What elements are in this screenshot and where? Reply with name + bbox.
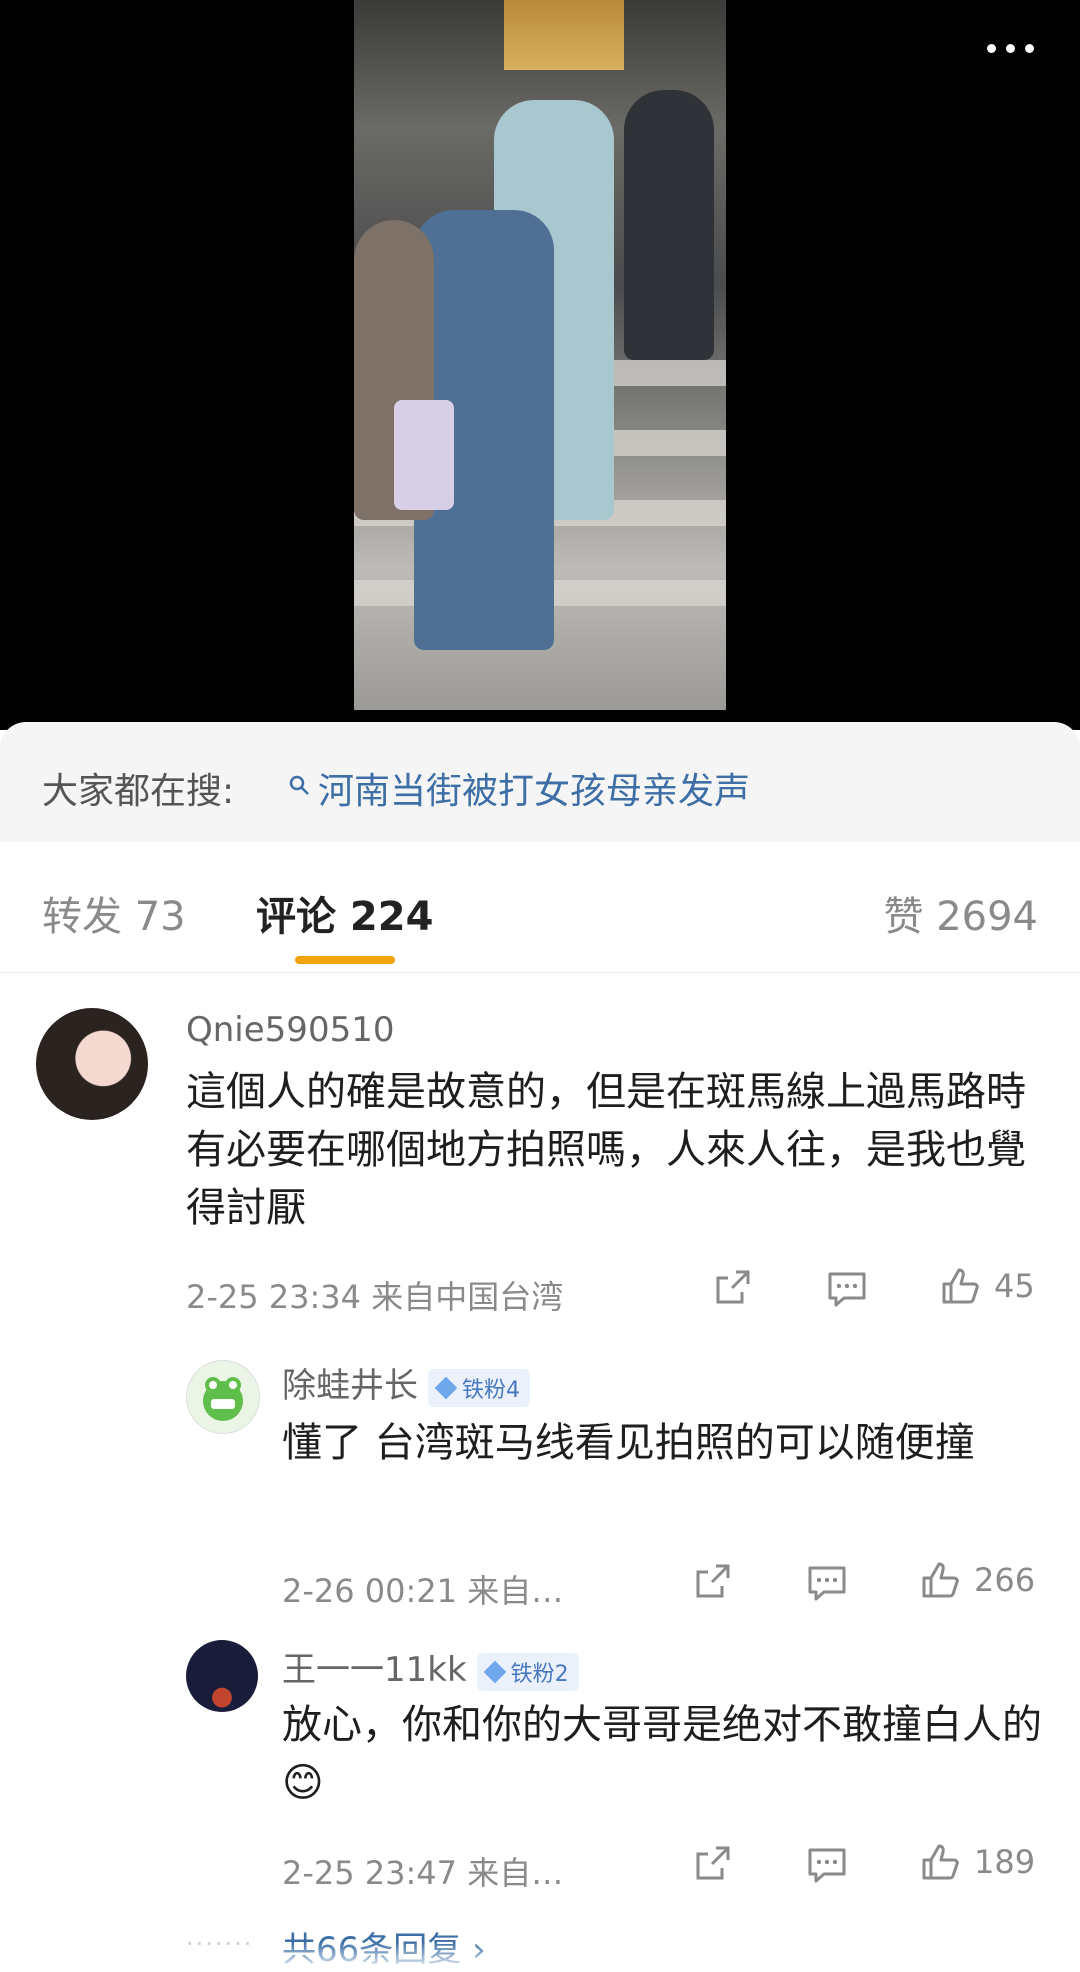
bottom-fade — [0, 1942, 1080, 1972]
like-button[interactable]: 189 — [920, 1842, 1035, 1882]
reply-username[interactable]: 除蛙井长 — [282, 1366, 418, 1406]
fan-badge-label: 铁粉2 — [510, 1661, 569, 1687]
tab-bar: 转发 73 评论 224 赞 2694 — [0, 842, 1080, 973]
diamond-icon — [483, 1660, 506, 1683]
video-bag — [394, 400, 454, 510]
reply-text: 懂了 台湾斑马线看见拍照的可以随便撞 — [282, 1420, 975, 1466]
comment-username[interactable]: Qnie590510 — [186, 1010, 394, 1050]
fan-badge: 铁粉4 — [428, 1368, 530, 1407]
avatar[interactable] — [186, 1640, 258, 1712]
comment-icon[interactable] — [806, 1844, 848, 1884]
fan-badge-label: 铁粉4 — [462, 1377, 520, 1403]
video-area[interactable] — [0, 0, 1080, 730]
fan-badge: 铁粉2 — [476, 1652, 579, 1691]
share-icon[interactable] — [712, 1268, 752, 1308]
like-count: 189 — [974, 1843, 1036, 1881]
like-icon — [922, 1844, 959, 1880]
like-button[interactable]: 266 — [920, 1560, 1035, 1600]
reply-username[interactable]: 王一一11kk — [282, 1650, 467, 1690]
comment-icon[interactable] — [826, 1268, 868, 1308]
reply-username-row: 除蛙井长 铁粉4 — [282, 1358, 530, 1407]
comment-meta: 2-25 23:34 来自中国台湾 — [186, 1278, 564, 1316]
trending-query-link[interactable]: 河南当街被打女孩母亲发声 — [288, 762, 750, 814]
reply-text-body: 放心，你和你的大哥哥是绝对不敢撞白人的 — [282, 1702, 1042, 1748]
comment-text: 這個人的確是故意的，但是在斑馬線上過馬路時有必要在哪個地方拍照嗎，人來人往，是我… — [186, 1069, 1026, 1231]
diamond-icon — [434, 1376, 458, 1399]
video-background-poster — [504, 0, 624, 70]
share-icon[interactable] — [692, 1844, 732, 1884]
video-player[interactable] — [354, 0, 726, 710]
tab-likes[interactable]: 赞 2694 — [883, 884, 1038, 942]
reply-username-row: 王一一11kk 铁粉2 — [282, 1642, 579, 1691]
tab-comments[interactable]: 评论 224 — [256, 884, 433, 942]
like-button[interactable]: 45 — [940, 1266, 1035, 1306]
reply-meta: 2-25 23:47 来自… — [282, 1854, 564, 1892]
tab-forward[interactable]: 转发 73 — [42, 884, 186, 942]
share-icon[interactable] — [692, 1562, 732, 1602]
more-icon[interactable] — [987, 44, 1034, 53]
avatar[interactable] — [186, 1360, 260, 1434]
video-person — [624, 90, 714, 360]
active-tab-indicator — [295, 956, 395, 964]
frog-avatar-icon — [203, 1377, 243, 1421]
like-icon — [922, 1562, 959, 1598]
avatar[interactable] — [36, 1008, 148, 1120]
smile-emoji: 😊 — [282, 1760, 324, 1806]
like-count: 266 — [974, 1561, 1036, 1599]
reply-text: 放心，你和你的大哥哥是绝对不敢撞白人的 😊 — [282, 1696, 1042, 1812]
trending-search-bar: 大家都在搜: 河南当街被打女孩母亲发声 — [0, 722, 1080, 842]
like-count: 45 — [994, 1267, 1035, 1305]
comment-icon[interactable] — [806, 1562, 848, 1602]
like-icon — [942, 1268, 979, 1304]
reply-meta: 2-26 00:21 来自… — [282, 1572, 564, 1610]
trending-query-text: 河南当街被打女孩母亲发声 — [318, 771, 751, 812]
search-icon — [288, 774, 310, 802]
trending-label: 大家都在搜: — [42, 771, 235, 812]
